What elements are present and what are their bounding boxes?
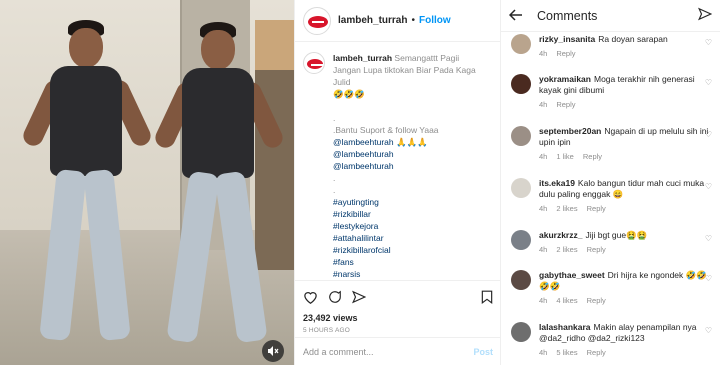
reply-button[interactable]: Reply	[583, 151, 602, 162]
caption-hashtag[interactable]: #rizkibillarofcial	[333, 244, 493, 256]
caption-avatar[interactable]	[303, 52, 325, 74]
comment-item: yokramaikan Moga terakhir nih generasi ka…	[511, 74, 716, 110]
avatar[interactable]	[511, 178, 531, 198]
back-arrow-icon[interactable]	[508, 5, 523, 26]
heart-icon[interactable]: ♡	[705, 78, 712, 87]
comment-likes[interactable]: 2 likes	[556, 203, 577, 214]
comment-likes[interactable]: 1 like	[556, 151, 574, 162]
caption-hashtag[interactable]: #lestykejora	[333, 220, 493, 232]
comment-item: lalashankara Makin alay penampilan nya @d…	[511, 322, 716, 358]
post-username[interactable]: lambeh_turrah	[338, 15, 407, 26]
speaker-muted-icon[interactable]	[262, 340, 284, 362]
caption-hashtag[interactable]: #rizkibillar	[333, 208, 493, 220]
reply-button[interactable]: Reply	[556, 99, 575, 110]
send-icon[interactable]	[698, 7, 713, 24]
comment-icon[interactable]	[328, 290, 342, 307]
comment-item: akurzkrzz_ Jiji bgt gue🤮🤮 4h 2 likes Reply …	[511, 230, 716, 255]
reply-button[interactable]: Reply	[587, 295, 606, 306]
comments-title: Comments	[537, 8, 598, 23]
avatar[interactable]	[511, 270, 531, 290]
comment-time: 4h	[539, 245, 548, 254]
heart-icon[interactable]: ♡	[705, 182, 712, 191]
caption-hashtag[interactable]: #fans	[333, 256, 493, 268]
post-caption: lambeh_turrah Semangattt Pagii Jangan Lu…	[303, 52, 493, 280]
avatar[interactable]	[511, 322, 531, 342]
comment-username[interactable]: rizky_insanita	[539, 34, 595, 44]
post-header: lambeh_turrah • Follow	[295, 0, 500, 42]
comment-username[interactable]: september20an	[539, 126, 601, 136]
reply-button[interactable]: Reply	[556, 48, 575, 59]
comment-username[interactable]: lalashankara	[539, 322, 591, 332]
comment-item: september20an Ngapain di up melulu sih in…	[511, 126, 716, 162]
reply-button[interactable]: Reply	[587, 203, 606, 214]
views-count[interactable]: 23,492 views	[303, 313, 493, 323]
share-icon[interactable]	[352, 290, 367, 307]
comment-username[interactable]: its.eka19	[539, 178, 575, 188]
caption-mention[interactable]: @lambeehturah	[333, 160, 493, 172]
reply-button[interactable]: Reply	[587, 244, 606, 255]
comments-header: Comments	[501, 0, 720, 32]
comment-username[interactable]: yokramaikan	[539, 74, 591, 84]
caption-emoji: 🤣🤣🤣	[333, 89, 365, 99]
comment-item: gabythae_sweet Dri hijra ke ngondek 🤣🤣🤣🤣 …	[511, 270, 716, 306]
caption-dot: .	[333, 185, 336, 195]
caption-line: Julid	[333, 77, 351, 87]
caption-hashtag[interactable]: #narsis	[333, 268, 493, 280]
comment-likes[interactable]: 5 likes	[556, 347, 577, 358]
comment-text: Ra doyan sarapan	[598, 34, 668, 44]
comment-likes[interactable]: 2 likes	[556, 244, 577, 255]
reply-button[interactable]: Reply	[587, 347, 606, 358]
avatar[interactable]	[303, 6, 331, 35]
post-comment-button[interactable]: Post	[473, 347, 493, 357]
avatar[interactable]	[511, 34, 531, 54]
comment-time: 4h	[539, 296, 548, 305]
caption-username[interactable]: lambeh_turrah	[333, 53, 392, 63]
heart-icon[interactable]	[303, 290, 318, 307]
comment-text: Jiji bgt gue🤮🤮	[585, 230, 648, 240]
caption-dot: .	[333, 113, 336, 123]
post-video[interactable]	[0, 0, 294, 365]
caption-hashtag[interactable]: #ayutingting	[333, 196, 493, 208]
heart-icon[interactable]: ♡	[705, 274, 712, 283]
post-panel: lambeh_turrah • Follow lambeh_turrah Sem…	[294, 0, 501, 365]
comment-username[interactable]: akurzkrzz_	[539, 230, 582, 240]
caption-line: Semangattt Pagii	[394, 53, 460, 63]
caption-support: .Bantu Suport & follow Yaaa	[333, 125, 439, 135]
avatar[interactable]	[511, 126, 531, 146]
comment-time: 4h	[539, 49, 548, 58]
post-timestamp: 5 HOURS AGO	[303, 327, 350, 334]
comment-time: 4h	[539, 348, 548, 357]
comment-item: its.eka19 Kalo bangun tidur mah cuci muka…	[511, 178, 716, 214]
comment-likes[interactable]: 4 likes	[556, 295, 577, 306]
heart-icon[interactable]: ♡	[705, 130, 712, 139]
bookmark-icon[interactable]	[481, 290, 493, 307]
comment-input[interactable]: Add a comment...	[303, 347, 473, 357]
post-actions: 23,492 views 5 HOURS AGO	[295, 280, 501, 334]
separator-dot: •	[411, 15, 415, 26]
avatar[interactable]	[511, 230, 531, 250]
comment-username[interactable]: gabythae_sweet	[539, 270, 605, 280]
caption-line: Jangan Lupa tiktokan Biar Pada Kaga	[333, 65, 476, 75]
caption-dot: .	[333, 173, 336, 183]
heart-icon[interactable]: ♡	[705, 38, 712, 47]
follow-button[interactable]: Follow	[419, 15, 451, 26]
comment-time: 4h	[539, 152, 548, 161]
heart-icon[interactable]: ♡	[705, 326, 712, 335]
comment-time: 4h	[539, 204, 548, 213]
comment-item: rizky_insanita Ra doyan sarapan 4h Reply ♡	[511, 34, 716, 59]
caption-mention[interactable]: @lambeehturah 🙏🙏🙏	[333, 136, 493, 148]
caption-mention[interactable]: @lambeehturah	[333, 148, 493, 160]
video-shelf	[255, 20, 294, 70]
heart-icon[interactable]: ♡	[705, 234, 712, 243]
comments-panel: Comments rizky_insanita Ra doyan sarapan …	[500, 0, 720, 365]
caption-hashtag[interactable]: #attahalilintar	[333, 232, 493, 244]
avatar[interactable]	[511, 74, 531, 94]
comment-time: 4h	[539, 100, 548, 109]
add-comment-bar: Add a comment... Post	[295, 337, 501, 365]
